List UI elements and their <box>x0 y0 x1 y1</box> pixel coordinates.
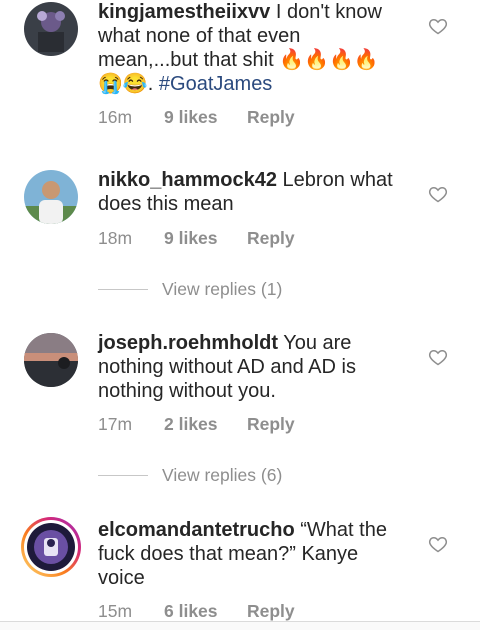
heart-outline-icon[interactable] <box>428 347 448 367</box>
heart-outline-icon[interactable] <box>428 184 448 204</box>
comment-likes[interactable]: 9 likes <box>164 228 247 249</box>
comment-username[interactable]: kingjamestheiixvv <box>98 1 270 23</box>
reply-button[interactable]: Reply <box>247 228 295 249</box>
crying-laughing-emoji: 😭😂. <box>98 73 159 95</box>
comment-text: kingjamestheiixvv I don't know what none… <box>98 0 398 96</box>
reply-button[interactable]: Reply <box>247 107 295 128</box>
comment-likes[interactable]: 9 likes <box>164 107 247 128</box>
reply-button[interactable]: Reply <box>247 601 295 622</box>
comment-time: 16m <box>98 107 133 127</box>
comment-likes[interactable]: 6 likes <box>164 601 247 622</box>
avatar[interactable] <box>24 333 78 387</box>
comment-time: 18m <box>98 228 133 248</box>
divider-line <box>98 474 148 476</box>
comment-meta: 17m 2 likes Reply <box>98 414 295 435</box>
avatar[interactable] <box>20 516 82 578</box>
comment-text: nikko_hammock42 Lebron what does this me… <box>98 168 398 216</box>
reply-button[interactable]: Reply <box>247 414 295 435</box>
view-replies-button[interactable]: View replies (6) <box>98 463 282 487</box>
comment-likes[interactable]: 2 likes <box>164 414 247 435</box>
comment-username[interactable]: joseph.roehmholdt <box>98 332 278 354</box>
comment-username[interactable]: elcomandantetrucho <box>98 519 295 541</box>
hashtag-link[interactable]: #GoatJames <box>159 73 272 95</box>
view-replies-button[interactable]: View replies (1) <box>98 277 282 301</box>
divider-line <box>98 288 148 290</box>
heart-outline-icon[interactable] <box>428 534 448 554</box>
comment-text: elcomandantetrucho “What the fuck does t… <box>98 518 398 590</box>
view-replies-label[interactable]: View replies (6) <box>162 465 282 486</box>
comment-username[interactable]: nikko_hammock42 <box>98 169 277 191</box>
avatar[interactable] <box>24 170 78 224</box>
comment-time: 17m <box>98 414 133 434</box>
view-replies-label[interactable]: View replies (1) <box>162 279 282 300</box>
heart-outline-icon[interactable] <box>428 16 448 36</box>
avatar[interactable] <box>24 2 78 56</box>
comment-meta: 15m 6 likes Reply <box>98 601 295 622</box>
comment-time: 15m <box>98 601 133 621</box>
comment-text: joseph.roehmholdt You are nothing withou… <box>98 331 398 403</box>
comment-meta: 16m 9 likes Reply <box>98 107 295 128</box>
fire-emoji: 🔥🔥🔥🔥 <box>279 49 379 71</box>
comment-meta: 18m 9 likes Reply <box>98 228 295 249</box>
